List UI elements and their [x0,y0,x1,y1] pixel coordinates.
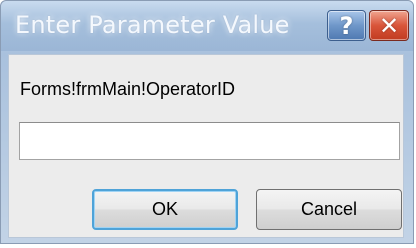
help-button[interactable]: ? [327,10,366,41]
cancel-button[interactable]: Cancel [256,189,402,230]
ok-button[interactable]: OK [92,189,238,230]
parameter-prompt-label: Forms!frmMain!OperatorID [20,79,236,99]
close-button[interactable]: ✕ [369,10,409,41]
parameter-value-input[interactable] [19,122,400,160]
title-bar[interactable]: Enter Parameter Value ? ✕ [1,1,413,51]
help-icon: ? [339,11,354,40]
close-icon: ✕ [378,11,400,40]
dialog-title: Enter Parameter Value [15,11,290,39]
